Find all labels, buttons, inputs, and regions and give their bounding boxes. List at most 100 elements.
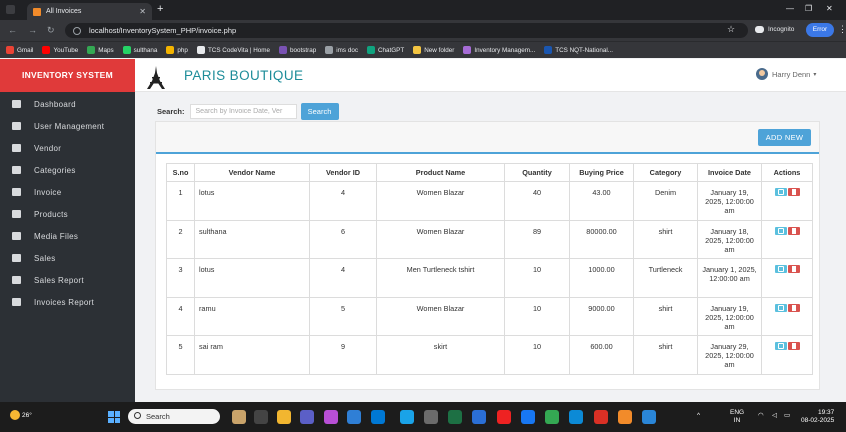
facebook-icon[interactable] bbox=[521, 410, 535, 424]
youtube-icon[interactable] bbox=[497, 410, 511, 424]
sidebar-item-media-files[interactable]: Media Files bbox=[0, 225, 135, 247]
sidebar-item-categories[interactable]: Categories bbox=[0, 159, 135, 181]
tab-search-icon[interactable] bbox=[6, 5, 15, 14]
photos-icon[interactable] bbox=[371, 410, 385, 424]
battery-icon[interactable]: ▭ bbox=[784, 412, 790, 420]
vscode-icon[interactable] bbox=[642, 410, 656, 424]
edit-button[interactable] bbox=[774, 265, 787, 273]
minimize-icon[interactable]: — bbox=[786, 4, 794, 13]
windows-taskbar: 26° Search ^ ENG IN ◠ ◁ ▭ 19:37 08-02-20… bbox=[0, 402, 846, 432]
xampp-icon[interactable] bbox=[618, 410, 632, 424]
app-icon-3[interactable] bbox=[472, 410, 486, 424]
copilot-icon[interactable] bbox=[324, 410, 338, 424]
close-window-icon[interactable]: ✕ bbox=[826, 4, 833, 13]
column-header: S.no bbox=[166, 163, 195, 182]
error-button[interactable]: Error bbox=[806, 23, 834, 37]
sidebar-item-user-management[interactable]: User Management bbox=[0, 115, 135, 137]
bookmark-star-icon[interactable]: ☆ bbox=[727, 24, 735, 35]
bookmark-item[interactable]: Inventory Managem... bbox=[463, 46, 535, 54]
sidebar-item-label: Sales bbox=[34, 253, 56, 263]
search-icon bbox=[134, 412, 141, 419]
clock[interactable]: 19:37 08-02-2025 bbox=[801, 409, 834, 425]
app-icon-2[interactable] bbox=[424, 410, 438, 424]
excel-icon[interactable] bbox=[448, 410, 462, 424]
file-explorer-icon[interactable] bbox=[277, 410, 291, 424]
menu-kebab-icon[interactable]: ⋮ bbox=[838, 24, 846, 35]
volume-icon[interactable]: ◁ bbox=[772, 412, 777, 420]
bookmark-item[interactable]: YouTube bbox=[42, 46, 78, 54]
bookmark-label: New folder bbox=[424, 46, 455, 54]
edit-button[interactable] bbox=[774, 226, 787, 235]
sidebar-item-vendor[interactable]: Vendor bbox=[0, 137, 135, 159]
weather-widget[interactable]: 26° bbox=[10, 410, 32, 420]
bookmark-item[interactable]: Maps bbox=[87, 46, 114, 54]
bookmark-item[interactable]: php bbox=[166, 46, 188, 54]
browser-tab-all-invoices[interactable]: All Invoices ✕ bbox=[27, 3, 152, 20]
windows-start-icon[interactable] bbox=[108, 411, 120, 423]
language-indicator[interactable]: ENG IN bbox=[730, 409, 744, 425]
new-tab-icon[interactable]: + bbox=[157, 3, 163, 15]
sidebar-item-sales[interactable]: Sales bbox=[0, 247, 135, 269]
bookmark-favicon-icon bbox=[42, 46, 51, 54]
reload-icon[interactable]: ↻ bbox=[47, 25, 55, 36]
edge-icon[interactable] bbox=[569, 410, 583, 424]
address-bar[interactable]: localhost/InventorySystem_PHP/invoice.ph… bbox=[65, 23, 748, 38]
sidebar-item-label: Products bbox=[34, 209, 68, 219]
delete-button[interactable] bbox=[787, 342, 800, 350]
app-icon[interactable] bbox=[400, 410, 414, 424]
cell-date: January 29, 2025, 12:00:00 am bbox=[697, 335, 762, 375]
sidebar-item-products[interactable]: Products bbox=[0, 203, 135, 225]
chevron-up-icon[interactable]: ^ bbox=[697, 412, 700, 420]
cell-actions bbox=[761, 335, 813, 375]
top-header: PARIS BOUTIQUE Harry Denn ▾ bbox=[135, 59, 846, 92]
sidebar-item-invoice[interactable]: Invoice bbox=[0, 181, 135, 203]
incognito-indicator[interactable]: Incognito bbox=[755, 26, 794, 33]
trash-icon bbox=[791, 266, 796, 272]
bookmark-item[interactable]: TCS NQT-National... bbox=[544, 46, 613, 54]
sidebar-item-dashboard[interactable]: Dashboard bbox=[0, 93, 135, 115]
site-info-icon[interactable] bbox=[73, 26, 81, 35]
delete-button[interactable] bbox=[787, 226, 800, 235]
cell-actions bbox=[761, 181, 813, 221]
store-icon[interactable] bbox=[347, 410, 361, 424]
bookmark-item[interactable]: ChatGPT bbox=[366, 46, 404, 54]
chrome-icon[interactable] bbox=[545, 410, 559, 424]
sidebar-item-label: Categories bbox=[34, 165, 76, 175]
taskbar-search[interactable]: Search bbox=[128, 409, 220, 424]
add-new-button[interactable]: ADD NEW bbox=[758, 129, 811, 146]
forward-icon[interactable]: → bbox=[28, 25, 37, 35]
delete-button[interactable] bbox=[787, 188, 800, 196]
bookmark-item[interactable]: ims doc bbox=[325, 46, 358, 54]
task-view-icon[interactable] bbox=[254, 410, 268, 424]
chevron-down-icon: ▾ bbox=[813, 71, 817, 78]
edit-button[interactable] bbox=[774, 303, 787, 312]
row-actions bbox=[766, 226, 808, 235]
edit-button[interactable] bbox=[774, 342, 787, 350]
bookmark-item[interactable]: New folder bbox=[413, 46, 454, 54]
pdf-icon[interactable] bbox=[594, 410, 608, 424]
bookmark-item[interactable]: Gmail bbox=[6, 46, 33, 54]
close-tab-icon[interactable]: ✕ bbox=[139, 7, 146, 16]
search-input[interactable] bbox=[189, 104, 297, 119]
sidebar-item-sales-report[interactable]: Sales Report bbox=[0, 269, 135, 291]
teams-icon[interactable] bbox=[300, 410, 314, 424]
edit-button[interactable] bbox=[774, 188, 787, 196]
restore-icon[interactable]: ❐ bbox=[805, 4, 812, 13]
bookmark-item[interactable]: bootstrap bbox=[279, 46, 316, 54]
bookmark-item[interactable]: TCS CodeVita | Home bbox=[196, 46, 270, 54]
bookmark-favicon-icon bbox=[544, 46, 553, 54]
delete-button[interactable] bbox=[787, 303, 800, 312]
widgets-app-icon[interactable] bbox=[232, 410, 246, 424]
cell-product: Men Turtleneck tshirt bbox=[376, 258, 505, 298]
image-icon bbox=[12, 232, 21, 240]
sidebar-item-invoices-report[interactable]: Invoices Report bbox=[0, 291, 135, 313]
user-menu[interactable]: Harry Denn ▾ bbox=[756, 68, 816, 80]
bookmark-item[interactable]: sulthana bbox=[122, 46, 157, 54]
wifi-icon[interactable]: ◠ bbox=[758, 412, 764, 420]
delete-button[interactable] bbox=[787, 265, 800, 273]
back-icon[interactable]: ← bbox=[8, 25, 17, 35]
search-button[interactable]: Search bbox=[300, 103, 339, 120]
stack-icon bbox=[12, 254, 21, 262]
cell-product: Women Blazar bbox=[376, 181, 505, 221]
bookmark-label: Inventory Managem... bbox=[474, 46, 536, 54]
